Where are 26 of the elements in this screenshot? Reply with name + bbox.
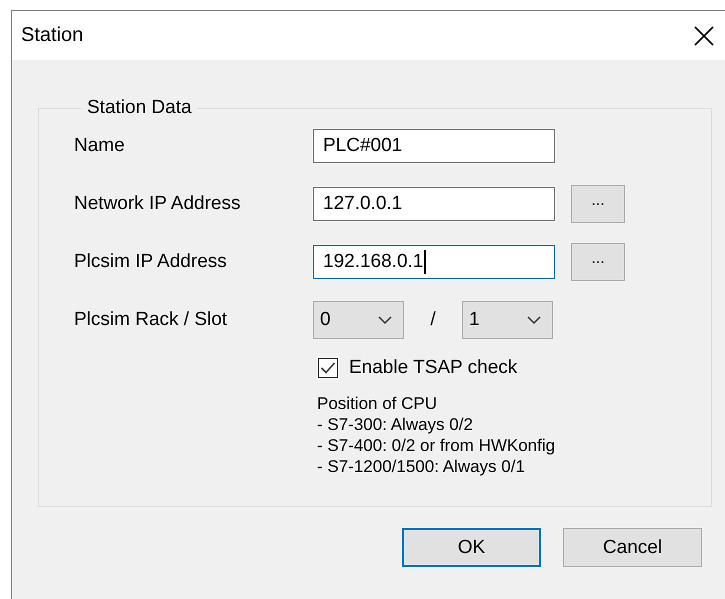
separator-text: / (429, 309, 437, 331)
close-icon[interactable] (693, 24, 715, 46)
dropdown[interactable]: 0 (313, 301, 404, 339)
cancel-button[interactable]: Cancel (563, 528, 702, 567)
browse-button[interactable]: ... (571, 185, 625, 223)
field-label: Plcsim Rack / Slot (74, 309, 228, 331)
checkbox[interactable] (318, 358, 338, 378)
dropdown[interactable]: 1 (462, 301, 553, 339)
ok-button[interactable]: OK (402, 528, 541, 567)
note-line: - S7-400: 0/2 or from HWKonfig (317, 435, 556, 456)
group-title: Station Data (86, 97, 193, 119)
field-label: Network IP Address (74, 193, 242, 215)
checkmark-icon (320, 361, 336, 375)
chevron-down-icon (526, 315, 542, 325)
field-label: Plcsim IP Address (74, 251, 228, 273)
note-line: Position of CPU (317, 393, 438, 414)
note-line: - S7-1200/1500: Always 0/1 (317, 456, 526, 477)
input-field[interactable]: 192.168.0.1 (313, 245, 555, 279)
field-label: Name (74, 135, 126, 157)
note-line: - S7-300: Always 0/2 (317, 414, 474, 435)
chevron-down-icon (377, 315, 393, 325)
checkbox-label[interactable]: Enable TSAP check (349, 357, 518, 379)
window-title: Station (21, 24, 84, 47)
input-field[interactable]: PLC#001 (313, 129, 555, 163)
input-field[interactable]: 127.0.0.1 (313, 187, 555, 221)
browse-button[interactable]: ... (571, 243, 625, 281)
